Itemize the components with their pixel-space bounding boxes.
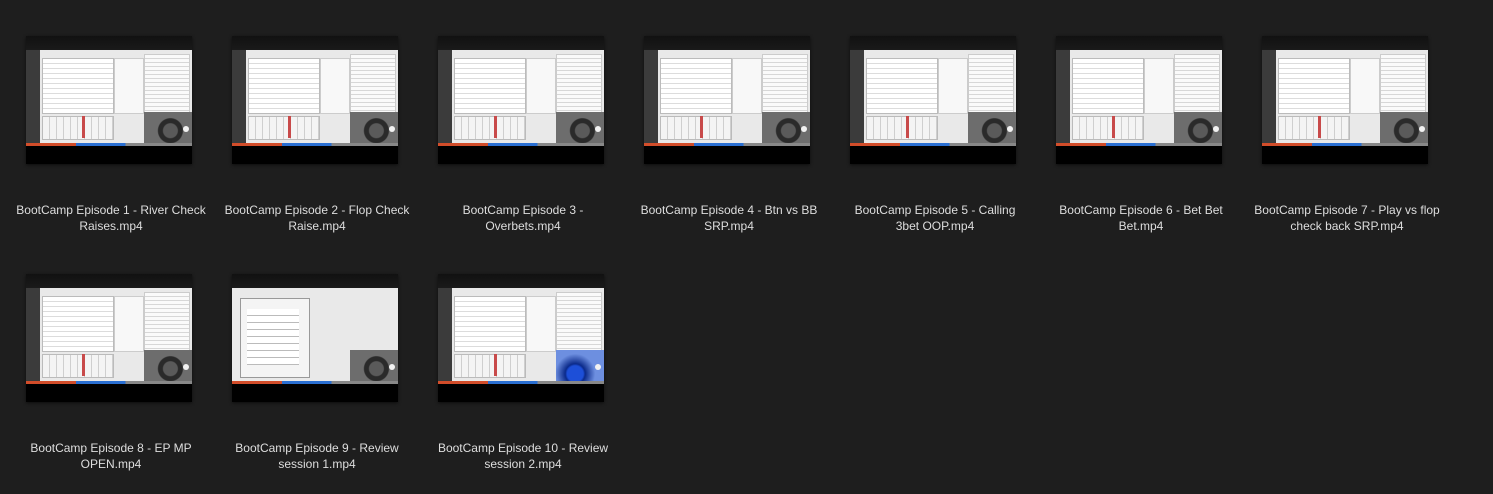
webcam-overlay-icon	[1380, 112, 1428, 146]
file-name-line-1: BootCamp Episode 4 - Btn vs BB	[640, 203, 818, 217]
file-name[interactable]: BootCamp Episode 4 - Btn vs BB SRP.mp4	[626, 202, 832, 234]
video-thumbnail[interactable]	[438, 274, 604, 402]
file-name[interactable]: BootCamp Episode 7 - Play vs flop check …	[1244, 202, 1450, 234]
webcam-overlay-icon	[556, 350, 604, 384]
video-file-item[interactable]: BootCamp Episode 5 - Calling 3bet OOP.mp…	[832, 36, 1038, 256]
file-name-line-2: Raises.mp4	[79, 219, 143, 233]
file-name-line-1: BootCamp Episode 5 - Calling	[854, 203, 1016, 217]
video-file-item[interactable]: BootCamp Episode 1 - River Check Raises.…	[8, 36, 214, 256]
file-name-line-2: Overbets.mp4	[485, 219, 561, 233]
video-thumbnail[interactable]	[1262, 36, 1428, 164]
file-name[interactable]: BootCamp Episode 5 - Calling 3bet OOP.mp…	[832, 202, 1038, 234]
webcam-overlay-icon	[350, 350, 398, 384]
file-name[interactable]: BootCamp Episode 8 - EP MP OPEN.mp4	[8, 440, 214, 472]
video-file-item[interactable]: BootCamp Episode 2 - Flop Check Raise.mp…	[214, 36, 420, 256]
file-name[interactable]: BootCamp Episode 1 - River Check Raises.…	[8, 202, 214, 234]
file-name-line-1: BootCamp Episode 3 -	[462, 203, 584, 217]
file-name-line-1: BootCamp Episode 2 - Flop Check	[224, 203, 410, 217]
file-name[interactable]: BootCamp Episode 10 - Review session 2.m…	[420, 440, 626, 472]
dialog-window-icon	[240, 298, 310, 378]
file-name[interactable]: BootCamp Episode 6 - Bet Bet Bet.mp4	[1038, 202, 1244, 234]
file-name-line-2: Bet.mp4	[1118, 219, 1164, 233]
video-thumbnail[interactable]	[26, 36, 192, 164]
webcam-overlay-icon	[968, 112, 1016, 146]
file-name-line-2: check back SRP.mp4	[1290, 219, 1404, 233]
video-file-item[interactable]: BootCamp Episode 7 - Play vs flop check …	[1244, 36, 1450, 256]
file-name[interactable]: BootCamp Episode 2 - Flop Check Raise.mp…	[214, 202, 420, 234]
video-file-item[interactable]: BootCamp Episode 8 - EP MP OPEN.mp4	[8, 274, 214, 494]
video-thumbnail[interactable]	[1056, 36, 1222, 164]
video-file-item[interactable]: BootCamp Episode 6 - Bet Bet Bet.mp4	[1038, 36, 1244, 256]
file-name-line-1: BootCamp Episode 6 - Bet Bet	[1059, 203, 1223, 217]
webcam-overlay-icon	[762, 112, 810, 146]
video-thumbnail[interactable]	[644, 36, 810, 164]
webcam-overlay-icon	[144, 350, 192, 384]
video-thumbnail[interactable]	[232, 36, 398, 164]
file-name-line-2: 3bet OOP.mp4	[895, 219, 975, 233]
webcam-overlay-icon	[1174, 112, 1222, 146]
file-name-line-1: BootCamp Episode 7 - Play vs flop	[1254, 203, 1440, 217]
video-file-item[interactable]: BootCamp Episode 10 - Review session 2.m…	[420, 274, 626, 494]
video-thumbnail[interactable]	[232, 274, 398, 402]
file-name-line-2: session 2.mp4	[484, 457, 562, 471]
video-file-item[interactable]: BootCamp Episode 3 - Overbets.mp4	[420, 36, 626, 256]
file-name-line-2: SRP.mp4	[704, 219, 754, 233]
file-name[interactable]: BootCamp Episode 9 - Review session 1.mp…	[214, 440, 420, 472]
video-file-item[interactable]: BootCamp Episode 9 - Review session 1.mp…	[214, 274, 420, 494]
file-name-line-1: BootCamp Episode 9 - Review	[235, 441, 399, 455]
video-thumbnail[interactable]	[438, 36, 604, 164]
webcam-overlay-icon	[556, 112, 604, 146]
video-thumbnail[interactable]	[850, 36, 1016, 164]
file-name-line-2: session 1.mp4	[278, 457, 356, 471]
file-name-line-1: BootCamp Episode 1 - River Check	[16, 203, 206, 217]
file-name-line-2: Raise.mp4	[288, 219, 346, 233]
file-name[interactable]: BootCamp Episode 3 - Overbets.mp4	[420, 202, 626, 234]
file-grid: BootCamp Episode 1 - River Check Raises.…	[0, 0, 1493, 493]
webcam-overlay-icon	[350, 112, 398, 146]
video-file-item[interactable]: BootCamp Episode 4 - Btn vs BB SRP.mp4	[626, 36, 832, 256]
video-thumbnail[interactable]	[26, 274, 192, 402]
file-name-line-1: BootCamp Episode 10 - Review	[437, 441, 609, 455]
file-name-line-1: BootCamp Episode 8 - EP MP	[30, 441, 192, 455]
file-name-line-2: OPEN.mp4	[80, 457, 142, 471]
webcam-overlay-icon	[144, 112, 192, 146]
